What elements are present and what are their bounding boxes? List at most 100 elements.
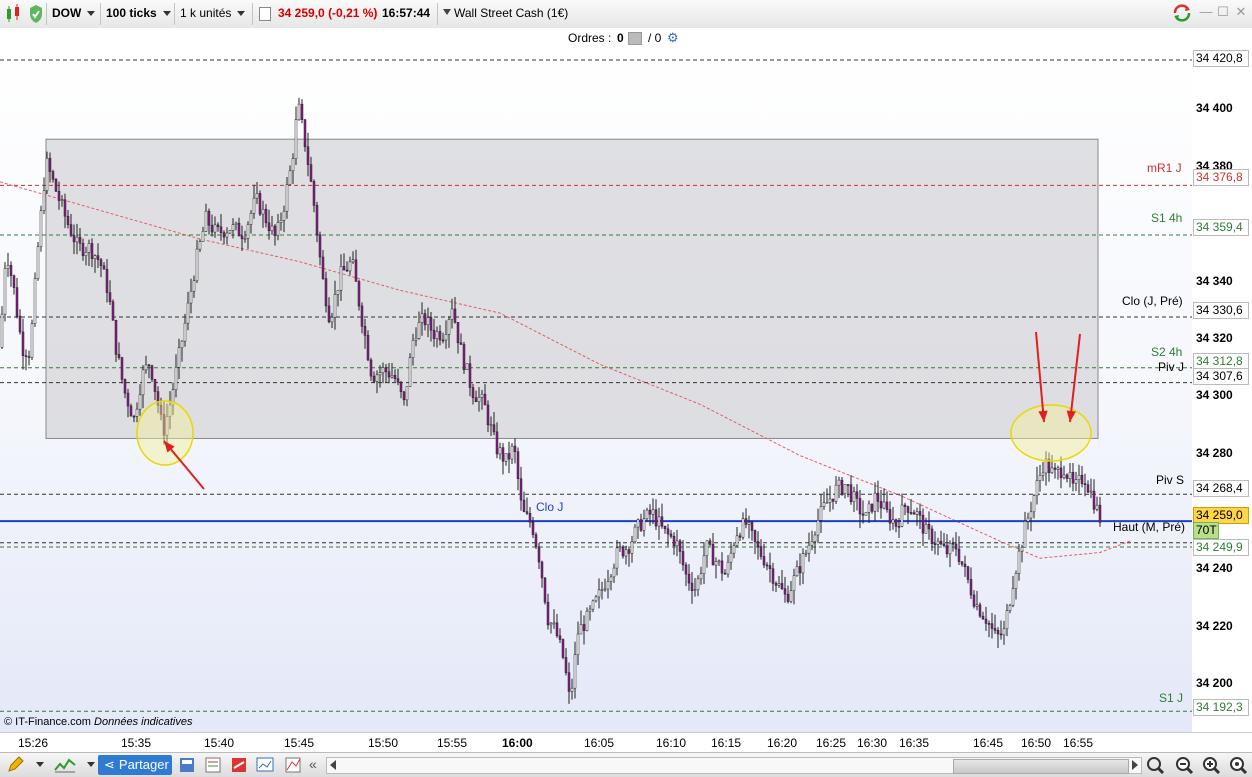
candle-body — [837, 479, 841, 486]
candle-body — [714, 561, 718, 566]
candle-body — [342, 266, 346, 271]
candle-body — [129, 405, 133, 417]
candle-body — [681, 551, 685, 566]
scrollbar-thumb[interactable] — [953, 759, 1129, 774]
ticks-label: 100 ticks — [106, 6, 157, 20]
time-scrollbar[interactable] — [326, 757, 1142, 774]
alert-icon[interactable] — [230, 756, 248, 774]
instrument-menu-icon[interactable] — [443, 9, 451, 15]
candle-body — [729, 552, 733, 563]
indicators-icon[interactable] — [54, 756, 76, 774]
candle-body — [918, 511, 922, 516]
zoom-out-icon[interactable] — [1175, 756, 1194, 775]
candle-body — [543, 577, 547, 603]
window-icon[interactable] — [256, 756, 274, 774]
candle-body — [471, 387, 475, 398]
candle-body — [1074, 479, 1078, 484]
orders-icon[interactable] — [628, 32, 642, 45]
candle-body — [987, 623, 991, 625]
candle-body — [36, 246, 40, 279]
candle-body — [507, 453, 511, 460]
shield-check-icon[interactable] — [28, 3, 46, 23]
candle-body — [384, 367, 388, 373]
candle-body — [744, 518, 748, 525]
candle-body — [855, 491, 859, 499]
price-chart[interactable] — [0, 48, 1192, 732]
candle-body — [486, 404, 490, 426]
maximize-icon[interactable]: ☐ — [1216, 5, 1230, 19]
candle-body — [1020, 547, 1024, 552]
symbol-label: DOW — [52, 6, 82, 20]
info-icon[interactable] — [259, 7, 271, 21]
chart-area[interactable]: mR1 J S1 4h Clo (J, Pré) S2 4h Piv J Piv… — [0, 48, 1193, 732]
candle-body — [468, 363, 472, 388]
units-select[interactable]: 1 k unités — [180, 4, 246, 23]
level-label: 34 359,4 — [1193, 219, 1249, 236]
share-button[interactable]: ⋖ Partager — [98, 755, 172, 775]
compare-icon[interactable] — [284, 756, 302, 774]
scroll-right-icon[interactable] — [1132, 760, 1138, 770]
consolidation-zone — [45, 138, 1099, 439]
candle-body — [963, 563, 967, 568]
chart-type-icon[interactable] — [4, 3, 26, 22]
time-axis[interactable]: 15:26 15:35 15:40 15:45 15:50 15:55 16:0… — [0, 732, 1252, 753]
candle-body — [858, 498, 862, 515]
candle-body — [495, 431, 499, 455]
pencil-icon[interactable] — [6, 756, 24, 774]
candle-body — [966, 566, 970, 580]
candle-body — [93, 255, 97, 260]
x-tick: 16:00 — [502, 736, 533, 750]
symbol-select[interactable]: DOW — [52, 4, 96, 23]
zoom-fit-icon[interactable] — [1146, 756, 1165, 775]
gear-icon[interactable]: ⚙ — [667, 30, 679, 46]
candle-body — [885, 501, 889, 510]
minimize-icon[interactable]: — — [1199, 5, 1213, 19]
candle-body — [30, 323, 34, 358]
candle-body — [396, 378, 400, 383]
x-tick: 16:25 — [816, 736, 847, 750]
candle-body — [612, 567, 616, 578]
zoom-reset-icon[interactable] — [1229, 756, 1248, 775]
y-tick: 34 320 — [1196, 331, 1233, 345]
candle-body — [897, 526, 901, 528]
chevron-down-icon — [87, 11, 96, 17]
candle-body — [561, 639, 565, 658]
candle-body — [492, 424, 496, 433]
candle-body — [873, 492, 877, 512]
candle-body — [444, 334, 448, 341]
zoom-in-icon[interactable] — [1202, 756, 1221, 775]
x-tick: 16:10 — [656, 736, 687, 750]
candle-body — [321, 256, 325, 279]
chevron-down-icon[interactable] — [36, 762, 44, 767]
scroll-left-icon[interactable] — [330, 760, 336, 770]
candle-body — [498, 447, 502, 455]
double-chevron-left-icon[interactable]: « — [309, 756, 317, 772]
candle-body — [345, 269, 349, 272]
candle-body — [906, 506, 910, 513]
ticks-select[interactable]: 100 ticks — [106, 4, 171, 23]
candle-body — [891, 519, 895, 524]
orders-total: / 0 — [648, 31, 662, 45]
candle-body — [573, 654, 577, 689]
candle-body — [603, 588, 607, 591]
candle-body — [1005, 610, 1009, 630]
candle-body — [618, 546, 622, 549]
chevron-down-icon[interactable] — [87, 762, 95, 767]
refresh-icon[interactable] — [1172, 3, 1192, 22]
candle-body — [831, 498, 835, 502]
candle-body — [414, 338, 418, 341]
candle-body — [735, 535, 739, 546]
list-icon[interactable] — [204, 756, 222, 774]
candle-body — [117, 354, 121, 358]
candle-body — [804, 552, 808, 555]
calculator-icon[interactable] — [178, 756, 196, 774]
close-icon[interactable]: ✕ — [1234, 5, 1248, 19]
candle-body — [870, 503, 874, 512]
candle-body — [912, 512, 916, 515]
candle-body — [654, 509, 658, 527]
candle-body — [549, 622, 553, 626]
candle-body — [126, 392, 130, 407]
candle-body — [579, 624, 583, 635]
candle-body — [894, 519, 898, 527]
share-label: Partager — [118, 757, 169, 772]
